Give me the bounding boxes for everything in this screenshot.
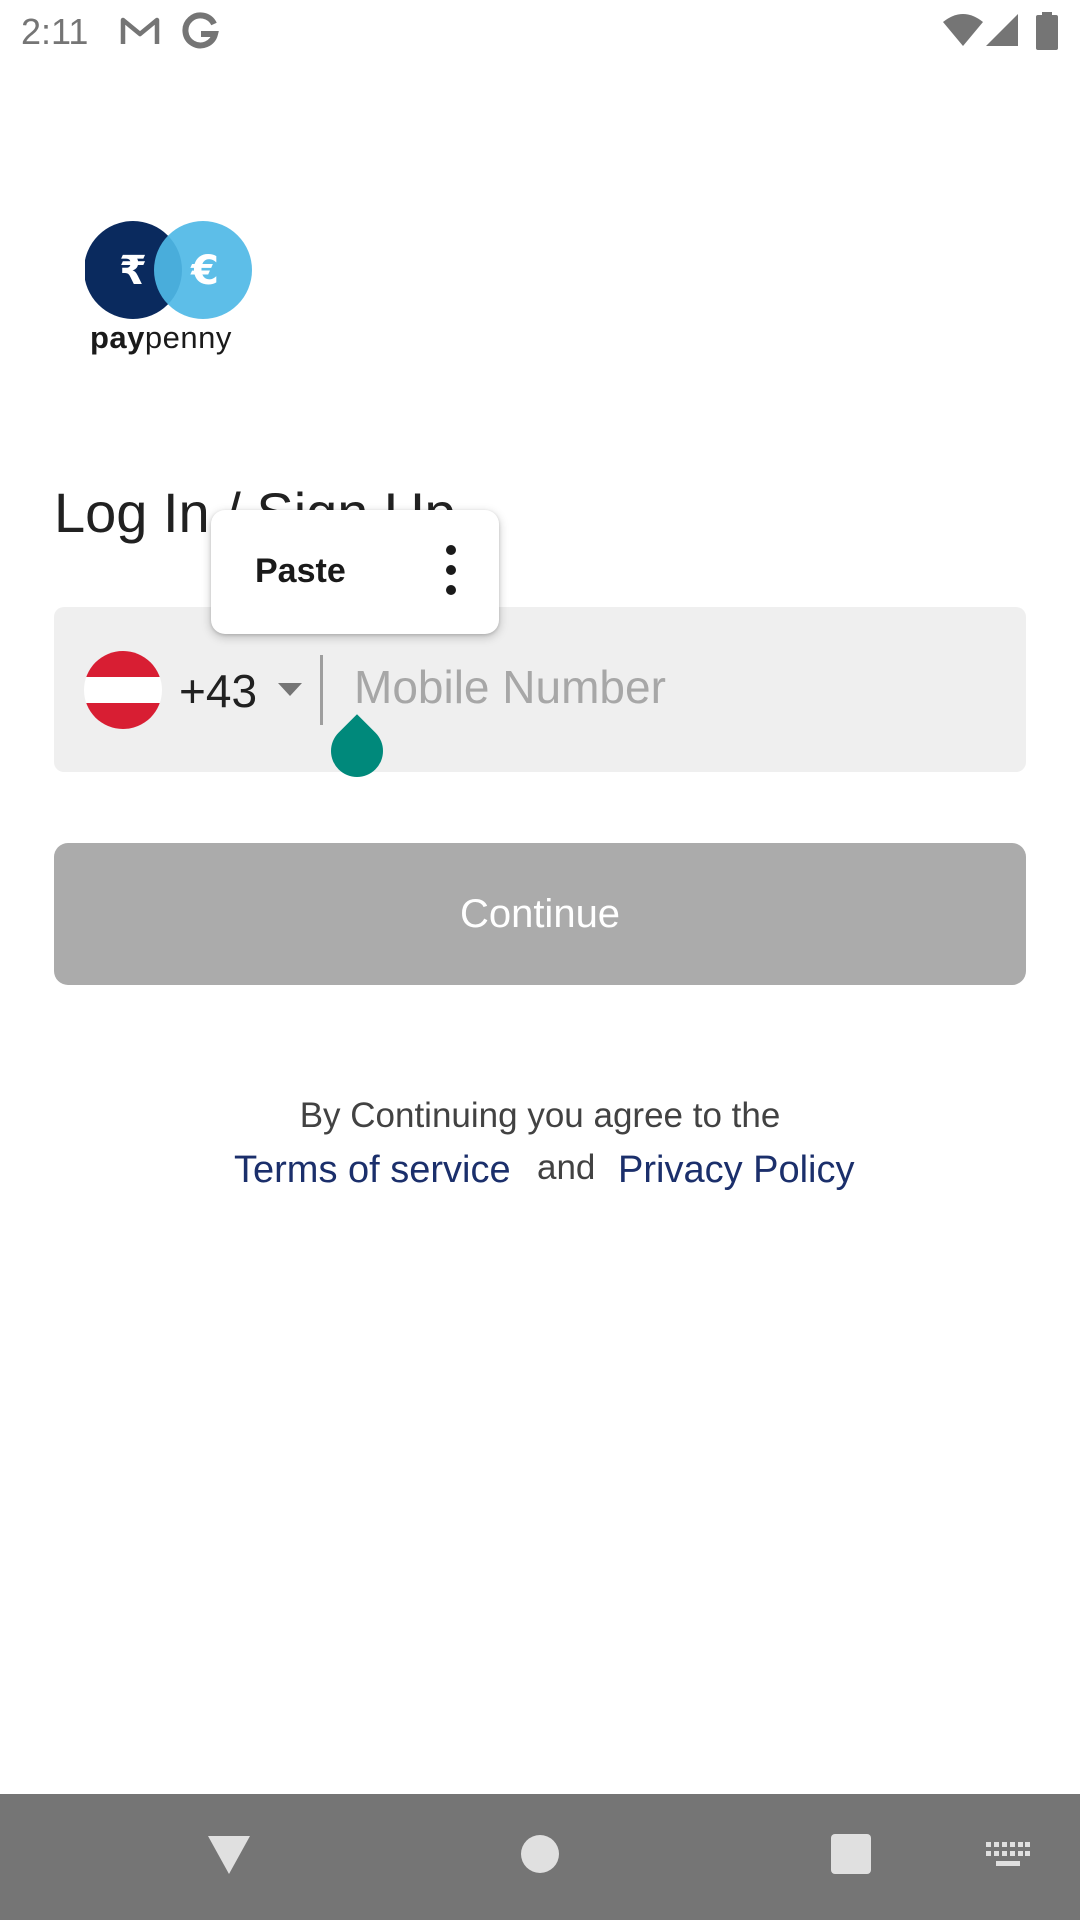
austria-flag-icon[interactable] — [84, 651, 162, 729]
paste-context-menu: Paste — [211, 510, 499, 634]
google-icon — [180, 12, 220, 57]
field-divider — [320, 655, 323, 725]
terms-of-service-link[interactable]: Terms of service — [234, 1145, 511, 1195]
keyboard-icon[interactable] — [986, 1842, 1030, 1873]
mobile-number-input[interactable] — [354, 647, 994, 727]
signal-icon — [984, 12, 1020, 53]
battery-icon — [1036, 12, 1058, 55]
country-code[interactable]: +43 — [179, 661, 257, 721]
wifi-icon — [942, 12, 984, 53]
svg-text:₹: ₹ — [119, 248, 147, 294]
back-icon[interactable] — [206, 1834, 252, 1881]
navigation-bar — [0, 1794, 1080, 1920]
logo-mark: ₹ € — [84, 221, 252, 319]
privacy-policy-link[interactable]: Privacy Policy — [618, 1145, 855, 1195]
logo-wordmark: paypenny — [90, 320, 232, 355]
terms-intro-text: By Continuing you agree to the — [299, 1096, 781, 1135]
paypenny-logo: ₹ € paypenny — [84, 220, 255, 360]
more-vert-icon[interactable] — [431, 538, 471, 602]
svg-text:€: € — [190, 248, 219, 294]
status-time: 2:11 — [21, 11, 89, 52]
status-bar: 2:11 — [0, 0, 1080, 64]
phone-field: +43 — [54, 607, 1026, 772]
home-icon[interactable] — [520, 1834, 560, 1879]
continue-button[interactable]: Continue — [54, 843, 1026, 985]
terms-and-text: and — [537, 1148, 596, 1187]
chevron-down-icon[interactable] — [278, 683, 302, 696]
recents-icon[interactable] — [831, 1834, 871, 1879]
gmail-icon — [120, 12, 160, 57]
paste-button[interactable]: Paste — [255, 548, 346, 594]
